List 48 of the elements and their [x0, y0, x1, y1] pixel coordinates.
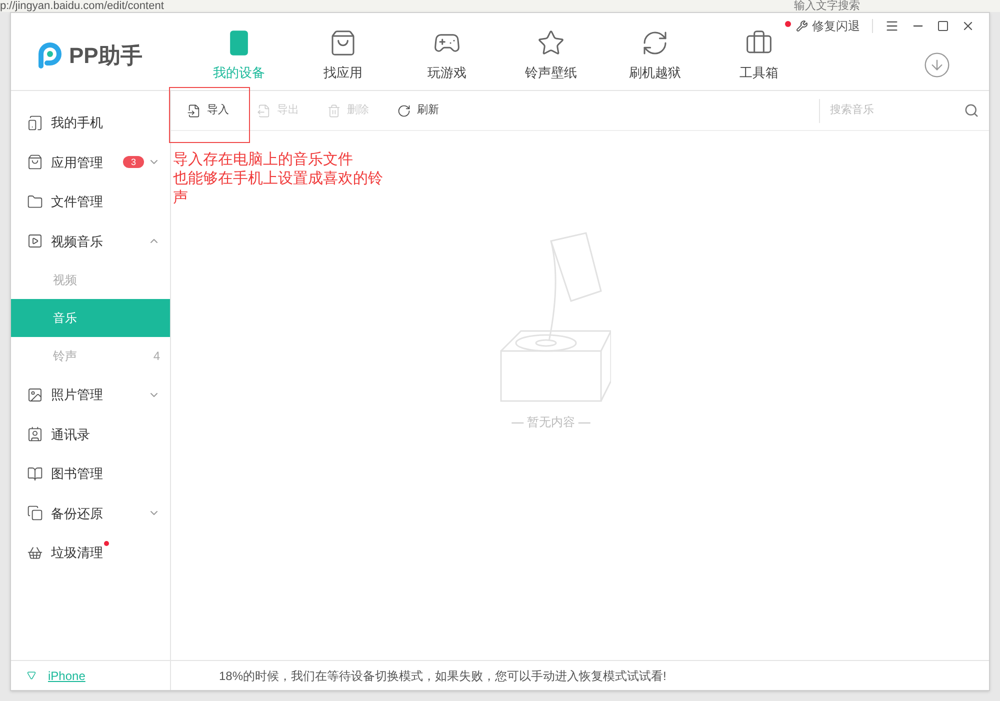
count-text: 4 — [153, 348, 160, 365]
search-icon[interactable] — [964, 103, 979, 118]
bag-icon — [329, 29, 357, 57]
play-icon — [27, 233, 43, 250]
url-text[interactable]: p://jingyan.baidu.com/edit/content — [0, 0, 164, 12]
nav-tab[interactable]: 玩游戏 — [395, 29, 499, 82]
close-icon[interactable] — [961, 19, 975, 33]
sidebar-item[interactable]: 图书管理 — [11, 454, 170, 494]
circular-arrows-icon — [641, 29, 669, 57]
sidebar-item[interactable]: 备份还原 — [11, 494, 170, 533]
menu-icon[interactable] — [885, 19, 899, 33]
refresh-icon — [397, 104, 411, 118]
sidebar-item[interactable]: 通讯录 — [11, 414, 170, 454]
maximize-icon[interactable] — [937, 20, 949, 32]
nav-tab[interactable]: 找应用 — [291, 29, 395, 82]
search-field[interactable]: 搜索音乐 — [830, 102, 964, 119]
contact-icon — [27, 426, 43, 442]
sidebar-item[interactable]: 我的手机 — [11, 103, 170, 142]
count-badge: 3 — [122, 156, 144, 168]
image-icon — [27, 386, 43, 403]
star-icon — [537, 29, 565, 57]
wrench-icon — [796, 20, 808, 32]
import-icon — [187, 104, 201, 118]
bag-icon — [27, 154, 43, 170]
empty-state-text: — 暂无内容 — — [512, 414, 590, 431]
download-icon[interactable] — [923, 51, 951, 79]
sidebar-item[interactable]: 应用管理 3 — [11, 142, 170, 182]
export-icon — [257, 104, 271, 118]
status-message: 18%的时候，我们在等待设备切换模式，如果失败，您可以手动进入恢复模式试试看! — [219, 668, 666, 684]
book-icon — [27, 466, 43, 482]
annotation-text: 导入存在电脑上的音乐文件 — [173, 151, 354, 170]
toolbar-button[interactable]: 刷新 — [397, 102, 439, 119]
sidebar-item[interactable]: 垃圾清理 — [11, 533, 170, 572]
folder-icon — [27, 194, 43, 210]
triangle-icon[interactable] — [27, 671, 36, 680]
annotation-text: 也能够在手机上设置成喜欢的铃声 — [173, 170, 384, 208]
browser-search-field[interactable]: 输入文字搜索 — [794, 0, 860, 12]
nav-tab[interactable]: 铃声壁纸 — [499, 29, 603, 82]
nav-tab[interactable]: 刷机越狱 — [603, 29, 707, 82]
app-logo-text: PP助手 — [69, 42, 142, 70]
sidebar-item[interactable]: 照片管理 — [11, 375, 170, 414]
basket-icon — [27, 544, 43, 561]
phone-icon — [27, 114, 43, 131]
toolbar-button[interactable]: 导入 — [187, 102, 229, 119]
sidebar-item[interactable]: 视频音乐 — [11, 222, 170, 261]
copy-icon — [27, 505, 43, 522]
trash-icon — [327, 104, 341, 118]
sidebar-item[interactable]: 文件管理 — [11, 182, 170, 222]
